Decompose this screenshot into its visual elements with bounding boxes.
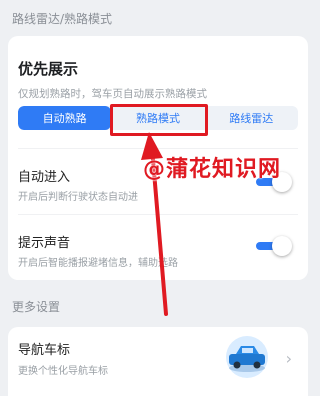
nav-car-card[interactable]: 导航车标 更换个性化导航车标 › bbox=[8, 327, 308, 396]
watermark-text: @蒲花知识网 bbox=[143, 157, 282, 182]
car-icon bbox=[226, 336, 268, 378]
nav-car-title: 导航车标 bbox=[18, 343, 71, 358]
nav-car-description: 更换个性化导航车标 bbox=[18, 366, 108, 377]
chevron-right-icon: › bbox=[285, 349, 292, 368]
section-title-more-settings: 更多设置 bbox=[12, 300, 61, 314]
